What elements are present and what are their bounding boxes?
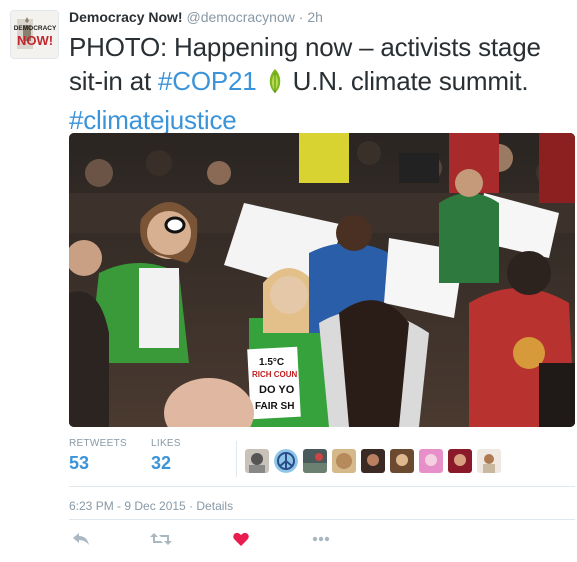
sign-text-4: FAIR SH xyxy=(255,401,294,412)
hashtag-climatejustice-link[interactable]: #climatejustice xyxy=(69,105,237,135)
peace-sign-avatar[interactable] xyxy=(274,449,298,473)
heart-icon xyxy=(233,532,249,546)
tweet-timestamp[interactable]: 6:23 PM - 9 Dec 2015 · Details xyxy=(69,498,233,514)
liker-avatar[interactable] xyxy=(332,449,356,473)
liker-avatar[interactable] xyxy=(448,449,472,473)
sign-text-3: DO YO xyxy=(259,384,295,396)
display-name[interactable]: Democracy Now! xyxy=(69,9,183,25)
retweets-count: 53 xyxy=(69,453,90,473)
reply-button[interactable] xyxy=(69,527,93,551)
separator-dot: · xyxy=(298,9,304,25)
likes-stat[interactable]: LIKES 32 xyxy=(151,437,181,475)
tweet-photo[interactable]: 1.5°C RICH COUN DO YO FAIR SH xyxy=(69,133,575,427)
retweets-stat[interactable]: RETWEETS 53 xyxy=(69,437,127,475)
liker-avatar[interactable] xyxy=(303,449,327,473)
stats-divider xyxy=(236,441,237,477)
more-dots-icon xyxy=(312,536,330,542)
tweet-header: Democracy Now! @democracynow · 2h xyxy=(69,8,323,26)
tweet-actions xyxy=(69,527,369,551)
avatar[interactable]: DEMOCRACY NOW! xyxy=(10,10,59,59)
like-button[interactable] xyxy=(229,527,253,551)
sign-text-2: RICH COUN xyxy=(252,370,298,379)
liker-avatar[interactable] xyxy=(390,449,414,473)
divider-top xyxy=(69,486,575,487)
green-leaf-icon xyxy=(266,67,284,103)
hashtag-cop21-link[interactable]: #COP21 xyxy=(158,66,257,96)
more-options-button[interactable] xyxy=(309,527,333,551)
likes-label: LIKES xyxy=(151,438,181,449)
democracy-now-logo: DEMOCRACY NOW! xyxy=(11,11,58,58)
tweet-text: PHOTO: Happening now – activists stage s… xyxy=(69,30,569,137)
svg-text:NOW!: NOW! xyxy=(17,33,53,48)
time-ago-link[interactable]: 2h xyxy=(307,9,323,25)
retweet-icon xyxy=(150,533,172,545)
user-handle[interactable]: @democracynow xyxy=(186,9,294,25)
retweet-button[interactable] xyxy=(149,527,173,551)
reply-icon xyxy=(73,533,89,545)
liker-avatar[interactable] xyxy=(419,449,443,473)
likes-count: 32 xyxy=(151,453,172,473)
divider-bottom xyxy=(69,519,575,520)
svg-text:DEMOCRACY: DEMOCRACY xyxy=(14,25,57,32)
liker-avatar[interactable] xyxy=(361,449,385,473)
retweets-label: RETWEETS xyxy=(69,438,127,449)
sign-text-1: 1.5°C xyxy=(259,357,284,368)
tweet-text-part2: U.N. climate summit. xyxy=(285,66,529,96)
liker-avatar[interactable] xyxy=(245,449,269,473)
liker-avatar[interactable] xyxy=(477,449,501,473)
sit-in-photo-illustration: 1.5°C RICH COUN DO YO FAIR SH xyxy=(69,133,575,427)
